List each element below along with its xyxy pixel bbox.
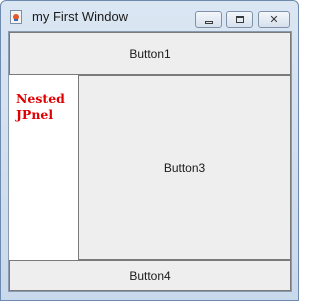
close-button[interactable]: ✕ [258,11,290,28]
window-bottom-border [1,293,298,300]
maximize-icon [236,16,244,23]
application-window: my First Window ✕ Button1 Nested JPnel B… [0,0,299,301]
nested-label-line1: Nested [16,91,65,106]
title-bar[interactable]: my First Window ✕ [1,1,298,31]
nested-panel: Nested JPnel [9,75,78,260]
window-title: my First Window [32,9,129,24]
close-icon: ✕ [269,13,279,26]
button3[interactable]: Button3 [78,75,291,260]
button1[interactable]: Button1 [9,32,291,75]
nested-panel-label: Nested JPnel [16,91,76,123]
java-cup-icon[interactable] [10,10,22,24]
nested-label-line2: JPnel [16,107,54,122]
minimize-button[interactable] [195,11,222,28]
maximize-button[interactable] [226,11,253,28]
content-pane: Button1 Nested JPnel Button3 Button4 [8,31,292,292]
button4[interactable]: Button4 [9,260,291,291]
minimize-icon [205,21,213,24]
